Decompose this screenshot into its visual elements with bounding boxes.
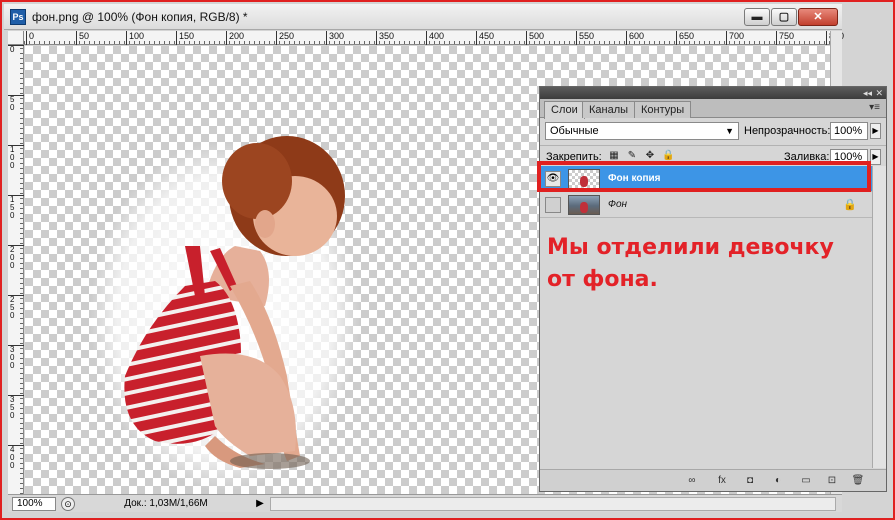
ruler-tick-label: 550 [576,31,594,45]
panel-menu-icon[interactable]: ▾≡ [869,103,880,113]
lock-label: Закрепить: [546,151,602,163]
ruler-tick-label: 700 [726,31,744,45]
ruler-tick-label: 2 5 0 [8,295,24,320]
status-bar: 100% ⊙ Док.: 1,03M/1,66M ▶ [8,494,842,512]
lock-transparency-icon[interactable]: ▦ [608,150,620,162]
lock-all-icon[interactable]: 🔒 [662,150,674,162]
new-group-icon[interactable]: ▭ [798,474,814,488]
layer-row-background-copy[interactable]: 👁 Фон копия [540,166,872,192]
ruler-tick-label: 1 5 0 [8,195,24,220]
ruler-tick-label: 3 5 0 [8,395,24,420]
ruler-tick-label: 150 [176,31,194,45]
ruler-tick-label: 100 [126,31,144,45]
close-icon: ✕ [813,11,823,23]
layers-panel: ◂◂ ✕ Слои Каналы Контуры ▾≡ Обычные ▼ Не… [539,86,887,492]
collapse-icon[interactable]: ◂◂ [863,87,872,99]
opacity-label: Непрозрачность: [744,125,831,137]
eye-icon[interactable]: 👁 [545,171,561,187]
layer-name: Фон копия [608,173,661,184]
blend-mode-value: Обычные [550,125,599,137]
opacity-slider-arrow-icon[interactable]: ▶ [870,123,881,139]
layer-thumbnail [568,195,600,215]
opacity-input[interactable]: 100% [830,122,868,140]
annotation-line-1: Мы отделили девочку [547,235,834,260]
annotation-text: Мы отделили девочку от фона. [547,232,877,296]
minimize-icon: ▬ [751,11,763,23]
new-layer-icon[interactable]: ⊡ [824,474,840,488]
ruler-tick-label: 350 [376,31,394,45]
ruler-tick-label: 600 [626,31,644,45]
zoom-options-icon[interactable]: ⊙ [61,497,75,511]
ruler-tick-label: 200 [226,31,244,45]
ruler-tick-label: 2 0 0 [8,245,24,270]
ruler-corner[interactable] [8,31,24,45]
adjustment-layer-icon[interactable]: ◐ [770,474,786,488]
tab-channels[interactable]: Каналы [582,101,636,118]
trash-icon[interactable]: 🗑 [850,474,866,488]
visibility-toggle-empty[interactable] [545,197,561,213]
layer-mask-icon[interactable]: ◘ [742,474,758,488]
panel-tabs: Слои Каналы Контуры ▾≡ [540,99,886,119]
link-layers-icon[interactable]: ∞ [684,474,700,488]
close-button[interactable]: ✕ [798,8,838,26]
tab-layers[interactable]: Слои [544,101,585,119]
fill-label: Заливка: [784,151,830,163]
ruler-tick-label: 300 [326,31,344,45]
ruler-tick-label: 650 [676,31,694,45]
minimize-button[interactable]: ▬ [744,8,770,26]
chevron-down-icon: ▼ [725,126,734,136]
ruler-tick-label: 750 [776,31,794,45]
document-title: фон.png @ 100% (Фон копия, RGB/8) * [32,10,248,24]
ruler-tick-label: 5 0 [8,95,24,112]
ruler-tick-label: 450 [476,31,494,45]
ruler-tick-label: 250 [276,31,294,45]
horizontal-scrollbar[interactable] [270,497,836,511]
lock-icon: 🔒 [843,199,857,211]
layers-scrollbar[interactable] [872,166,886,468]
layer-thumbnail [568,169,600,189]
ruler-tick-label: 3 0 0 [8,345,24,370]
panel-header[interactable]: ◂◂ ✕ [540,87,886,99]
maximize-button[interactable]: ▢ [771,8,797,26]
status-menu-arrow-icon[interactable]: ▶ [254,497,266,511]
panel-close-icon[interactable]: ✕ [875,87,883,99]
lock-pixels-brush-icon[interactable]: ✎ [626,150,638,162]
blend-mode-select[interactable]: Обычные ▼ [545,122,739,140]
ruler-tick-label: 4 0 0 [8,445,24,470]
ruler-tick-label: 0 [26,31,34,45]
tab-paths[interactable]: Контуры [634,101,692,118]
annotation-line-2: от фона. [547,267,658,292]
lock-row: Закрепить: ▦ ✎ ✥ 🔒 Заливка: 100% ▶ [540,145,886,165]
title-bar[interactable]: Ps фон.png @ 100% (Фон копия, RGB/8) * ▬… [4,4,842,30]
ruler-tick-label: 50 [76,31,89,45]
ruler-horizontal[interactable]: 0 50 100 150 200 250 300 350 400 450 500 550 600 650 7… [24,31,844,45]
zoom-field[interactable]: 100% [12,497,56,511]
ruler-tick-label: 0 [8,45,24,54]
layers-list: 👁 Фон копия Фон 🔒 Мы отделили девочку от… [540,166,886,466]
panel-bottom-toolbar: ∞ fx ◘ ◐ ▭ ⊡ 🗑 [540,469,886,491]
document-size-info: Док.: 1,03M/1,66M [124,498,208,509]
ruler-tick-label: 400 [426,31,444,45]
lock-position-move-icon[interactable]: ✥ [644,150,656,162]
fill-slider-arrow-icon[interactable]: ▶ [870,149,881,165]
layer-row-background[interactable]: Фон 🔒 [540,192,872,218]
layer-style-fx-icon[interactable]: fx [714,474,730,488]
ruler-tick-label: 1 0 0 [8,145,24,170]
fill-input[interactable]: 100% [830,149,868,165]
photoshop-icon: Ps [10,9,26,25]
ruler-vertical[interactable]: 0 5 0 1 0 0 1 5 0 2 0 0 2 5 0 3 0 0 3 5 0 4 0 0 [8,45,24,494]
maximize-icon: ▢ [778,11,790,23]
layer-name: Фон [608,199,628,210]
blend-row: Обычные ▼ Непрозрачность: 100% ▶ [540,120,886,142]
ruler-tick-label: 500 [526,31,544,45]
